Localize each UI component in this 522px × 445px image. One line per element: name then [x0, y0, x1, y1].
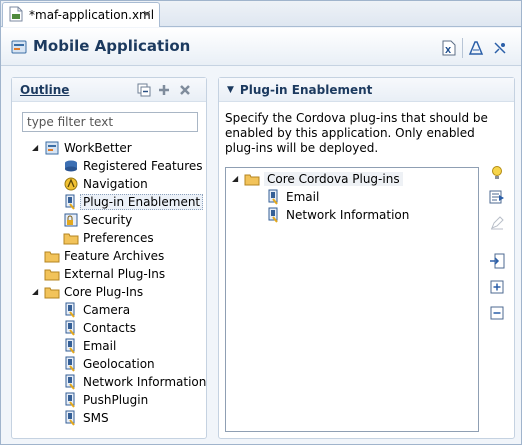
plugin-enablement-description: Specify the Cordova plug-ins that should… [225, 111, 488, 155]
tree-item-label: PushPlugin [83, 393, 149, 407]
collapse-icon[interactable] [489, 305, 505, 321]
tree-item-preferences[interactable]: Preferences [63, 229, 154, 247]
tree-item-feature-archives[interactable]: Feature Archives [44, 247, 164, 265]
plugin-icon [63, 194, 79, 210]
xml-source-icon[interactable]: X [441, 40, 457, 56]
application-icon [44, 140, 60, 156]
tree-item-label: Security [83, 213, 133, 227]
tree-item-external-plugins[interactable]: External Plug-Ins [44, 265, 165, 283]
plugin-icon [63, 302, 79, 318]
plugin-enablement-title: Plug-in Enablement [239, 82, 373, 97]
plugin-icon [63, 356, 79, 372]
tree-item-label: Plug-in Enablement [80, 194, 204, 210]
tree-item-label: Geolocation [83, 357, 155, 371]
editor-tab-label: *maf-application.xml [29, 8, 155, 22]
tree-item-plugin-enablement[interactable]: Plug-in Enablement [63, 193, 204, 211]
security-icon [63, 212, 79, 228]
tree-item-label: SMS [83, 411, 109, 425]
plugin-icon [63, 410, 79, 426]
close-tab-icon[interactable]: ✕ [141, 9, 153, 21]
tree-item-label: Email [286, 190, 320, 204]
plugin-icon [266, 189, 282, 205]
tree-item-label: Camera [83, 303, 131, 317]
page-title: Mobile Application [33, 37, 191, 55]
plugin-icon [63, 392, 79, 408]
outline-header: Outline [12, 78, 206, 102]
edit-properties-icon[interactable] [489, 189, 505, 205]
tree-item-label: Core Plug-Ins [64, 285, 144, 299]
mobile-application-icon [11, 39, 27, 58]
tree-item-registered-features[interactable]: Registered Features [63, 157, 203, 175]
tree-item-label: Contacts [83, 321, 136, 335]
tree-item-network-information[interactable]: Network Information [266, 206, 409, 224]
tree-item-email[interactable]: Email [266, 188, 319, 206]
expand-toggle-icon[interactable]: ◢ [32, 143, 42, 153]
tree-item-network-information[interactable]: Network Information [63, 373, 206, 391]
folder-icon [63, 230, 79, 246]
editor-window: *maf-application.xml ✕ Mobile Applicatio… [0, 0, 522, 445]
section-collapse-icon[interactable]: ▼ [227, 85, 234, 95]
import-icon[interactable] [489, 253, 505, 269]
tree-item-contacts[interactable]: Contacts [63, 319, 136, 337]
tree-item-label: Registered Features [83, 159, 203, 173]
expand-all-icon[interactable] [489, 279, 505, 295]
folder-icon [44, 284, 60, 300]
plugin-icon [63, 320, 79, 336]
navigation-icon [63, 176, 79, 192]
expand-toggle-icon[interactable]: ◢ [32, 287, 42, 297]
plugin-icon [266, 207, 282, 223]
tree-item-label: Navigation [83, 177, 148, 191]
tree-item-label: Network Information [286, 208, 410, 222]
tree-item-label: WorkBetter [64, 141, 132, 155]
editor-header: Mobile Application X [1, 28, 521, 66]
tree-item-pushplugin[interactable]: PushPlugin [63, 391, 148, 409]
plugin-enablement-header[interactable]: ▼ Plug-in Enablement [219, 78, 514, 102]
help-icon[interactable] [492, 40, 508, 56]
tree-item-label: Network Information [83, 375, 207, 389]
tree-item-workbetter[interactable]: WorkBetter [44, 139, 132, 157]
pencil-icon[interactable] [489, 215, 505, 231]
plugin-icon [63, 338, 79, 354]
tree-item-camera[interactable]: Camera [63, 301, 130, 319]
filter-input[interactable] [22, 112, 198, 132]
tree-item-label: Email [83, 339, 117, 353]
validate-icon[interactable] [468, 40, 484, 56]
collapse-all-icon[interactable] [137, 83, 151, 97]
tree-item-navigation[interactable]: Navigation [63, 175, 148, 193]
outline-title: Outline [20, 82, 70, 97]
svg-text:X: X [445, 46, 452, 55]
tree-item-email[interactable]: Email [63, 337, 116, 355]
tree-item-core-plugins[interactable]: Core Plug-Ins [44, 283, 143, 301]
tree-item-label: Feature Archives [64, 249, 165, 263]
editor-tab[interactable]: *maf-application.xml ✕ [2, 2, 160, 27]
tree-item-label: Core Cordova Plug-ins [264, 172, 403, 186]
tree-item-sms[interactable]: SMS [63, 409, 109, 427]
add-icon[interactable] [157, 83, 171, 97]
expand-toggle-icon[interactable]: ◢ [232, 174, 242, 184]
tree-item-security[interactable]: Security [63, 211, 132, 229]
features-icon [63, 158, 79, 174]
delete-icon[interactable] [178, 83, 192, 97]
outline-panel: Outline ◢ WorkBetter Registered Features… [11, 77, 207, 439]
folder-icon [44, 266, 60, 282]
xml-file-icon [9, 6, 23, 25]
tree-item-core-cordova-plugins[interactable]: Core Cordova Plug-ins [244, 170, 403, 188]
cordova-plugin-tree[interactable]: ◢ Core Cordova Plug-ins Email Network In… [225, 167, 479, 432]
lightbulb-icon[interactable] [489, 165, 505, 181]
editor-tab-bar: *maf-application.xml ✕ [1, 1, 521, 27]
plugin-icon [63, 374, 79, 390]
tree-item-label: External Plug-Ins [64, 267, 166, 281]
folder-icon [44, 248, 60, 264]
header-divider [462, 38, 463, 58]
tree-item-label: Preferences [83, 231, 154, 245]
folder-icon [244, 171, 260, 187]
tree-item-geolocation[interactable]: Geolocation [63, 355, 155, 373]
plugin-enablement-panel: ▼ Plug-in Enablement Specify the Cordova… [218, 77, 515, 439]
